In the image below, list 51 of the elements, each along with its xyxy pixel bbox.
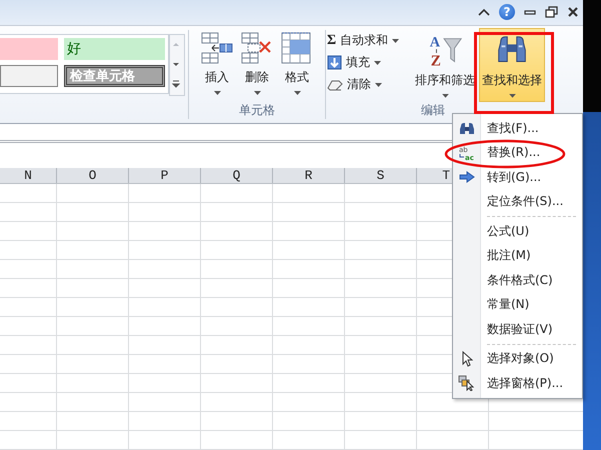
close-icon[interactable]: [567, 6, 579, 18]
ribbon-button[interactable]: 查找和选择: [479, 28, 545, 102]
restore-icon[interactable]: [545, 6, 558, 18]
ribbon-button[interactable]: 填充: [325, 52, 413, 73]
menu-item[interactable]: 选择窗格(P)...: [453, 371, 582, 396]
menu-item[interactable]: 公式(U): [453, 219, 582, 244]
style-swatch[interactable]: [0, 38, 58, 60]
column-header[interactable]: S: [345, 168, 417, 183]
column-header[interactable]: N: [0, 168, 57, 183]
ribbon-button[interactable]: 格式: [277, 28, 317, 99]
menu-item[interactable]: 数据验证(V): [453, 317, 582, 342]
insert-cells-icon: [200, 32, 234, 64]
column-header[interactable]: Q: [201, 168, 273, 183]
caret-icon: [508, 94, 516, 98]
ribbon-button[interactable]: Σ 自动求和: [325, 30, 413, 51]
menu-item[interactable]: 转到(G)...: [453, 165, 582, 190]
group-label: 编辑: [421, 102, 445, 119]
delete-cells-icon: [240, 32, 274, 64]
ribbon-button[interactable]: 删除: [237, 28, 277, 99]
menu-item[interactable]: 选择对象(O): [453, 346, 582, 371]
ribbon-button[interactable]: 清除: [325, 74, 413, 95]
sum-icon: Σ: [327, 32, 336, 49]
caret-icon: [375, 82, 382, 87]
caret-icon: [214, 90, 220, 95]
column-header[interactable]: T: [417, 168, 452, 183]
style-swatch[interactable]: [0, 64, 58, 87]
menu-item[interactable]: 常量(N): [453, 292, 582, 317]
menu-item[interactable]: 查找(F)...: [453, 116, 582, 140]
arrow-icon: [459, 171, 475, 184]
group-label: 单元格: [239, 102, 275, 119]
column-header[interactable]: P: [129, 168, 201, 183]
menu-item[interactable]: 定位条件(S)...: [453, 190, 582, 214]
selection-pane-icon: [458, 375, 476, 392]
column-header[interactable]: R: [273, 168, 345, 183]
caret-icon: [392, 38, 400, 43]
caret-icon: [374, 60, 381, 65]
gallery-scrollbar[interactable]: [169, 34, 185, 96]
fill-down-icon: [327, 55, 342, 70]
column-header[interactable]: O: [57, 168, 129, 183]
pointer-icon: [461, 350, 473, 367]
ribbon-button[interactable]: 插入: [197, 28, 237, 99]
menu-item[interactable]: 条件格式(C): [453, 268, 582, 292]
eraser-icon: [327, 78, 343, 92]
caret-icon: [254, 90, 260, 95]
collapse-ribbon-icon[interactable]: [478, 7, 490, 18]
caret-icon: [442, 94, 448, 98]
ribbon-button[interactable]: A Z 排序和筛选: [413, 28, 477, 102]
style-swatch[interactable]: 好: [64, 38, 165, 60]
binoculars-icon: [459, 121, 475, 136]
caret-icon: [294, 90, 300, 95]
menu-item[interactable]: 批注(M): [453, 244, 582, 268]
